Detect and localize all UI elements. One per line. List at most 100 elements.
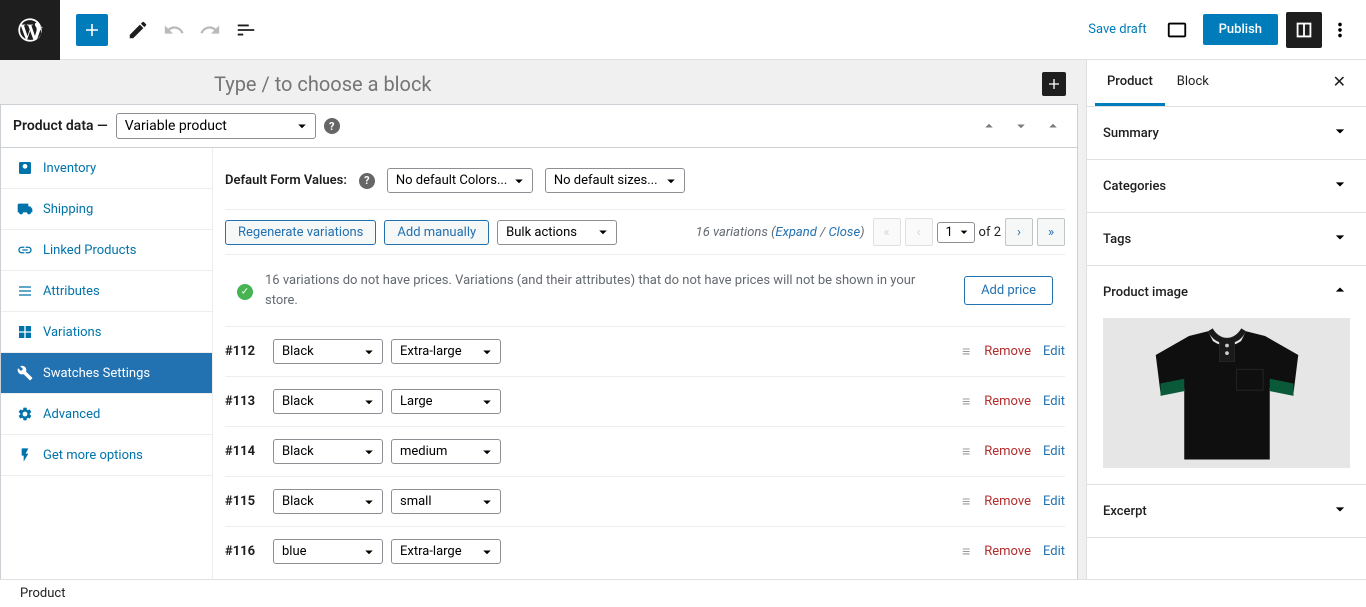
edit-variation-link[interactable]: Edit [1043,494,1065,509]
tab-label: Advanced [43,407,100,422]
help-icon[interactable]: ? [359,173,375,189]
settings-sidebar-button[interactable] [1286,12,1322,48]
variation-id: #112 [225,344,265,359]
variation-size-select[interactable]: medium [391,439,501,464]
panel-summary[interactable]: Summary [1087,107,1366,159]
variation-row: #115 Black small ≡ Remove Edit [225,476,1065,526]
tab-label: Linked Products [43,243,136,258]
page-last-button[interactable]: » [1037,218,1065,246]
drag-handle-icon[interactable]: ≡ [962,443,972,460]
remove-variation-link[interactable]: Remove [984,344,1031,359]
save-draft-button[interactable]: Save draft [1076,16,1158,43]
page-select[interactable]: 1 [937,222,975,243]
variation-color-select[interactable]: Black [273,439,383,464]
product-type-select[interactable]: Variable product [116,113,316,139]
panel-tags[interactable]: Tags [1087,213,1366,265]
tab-label: Attributes [43,284,100,299]
tab-label: Inventory [43,161,96,176]
panel-excerpt[interactable]: Excerpt [1087,485,1366,537]
add-manually-button[interactable]: Add manually [384,220,489,245]
panel-categories[interactable]: Categories [1087,160,1366,212]
expand-link[interactable]: Expand [775,225,816,240]
check-icon [237,284,253,300]
variation-row: #114 Black medium ≡ Remove Edit [225,426,1065,476]
wrench-icon [17,365,33,381]
wordpress-logo[interactable] [0,0,60,60]
drag-handle-icon[interactable]: ≡ [962,543,972,560]
edit-tool-button[interactable] [120,12,156,48]
panel-toggle[interactable] [1041,114,1065,138]
add-price-button[interactable]: Add price [964,276,1053,305]
publish-button[interactable]: Publish [1203,14,1278,45]
product-data-label: Product data — [13,118,108,134]
tab-get-more-options[interactable]: Get more options [1,435,212,476]
sidebar-close-button[interactable]: ✕ [1321,60,1358,106]
variation-color-select[interactable]: Black [273,389,383,414]
bulk-actions-select[interactable]: Bulk actions [497,220,617,245]
panel-move-down[interactable] [1009,114,1033,138]
footer-breadcrumb: Product [0,579,1366,607]
edit-variation-link[interactable]: Edit [1043,544,1065,559]
variations-icon [17,324,33,340]
variation-row: #116 blue Extra-large ≡ Remove Edit [225,526,1065,576]
drag-handle-icon[interactable]: ≡ [962,493,972,510]
regenerate-variations-button[interactable]: Regenerate variations [225,220,376,245]
variation-row: #112 Black Extra-large ≡ Remove Edit [225,326,1065,376]
product-data-panel-header: Product data — Variable product ? [0,104,1078,148]
close-link[interactable]: Close [828,225,860,240]
tab-attributes[interactable]: Attributes [1,271,212,312]
tab-inventory[interactable]: Inventory [1,148,212,189]
remove-variation-link[interactable]: Remove [984,494,1031,509]
block-hint-text[interactable]: Type / to choose a block [214,72,432,96]
sidebar-tab-block[interactable]: Block [1165,60,1221,106]
page-next-button[interactable]: › [1005,218,1033,246]
product-data-content: Default Form Values: ? No default Colors… [213,148,1077,588]
tab-label: Get more options [43,448,143,463]
settings-sidebar: Product Block ✕ Summary Categories Tags [1086,60,1366,607]
more-options-button[interactable] [1322,12,1358,48]
chevron-down-icon [1330,121,1350,145]
product-image-preview[interactable] [1103,318,1350,468]
undo-button [156,12,192,48]
remove-variation-link[interactable]: Remove [984,544,1031,559]
shipping-icon [17,201,33,217]
variation-color-select[interactable]: Black [273,339,383,364]
edit-variation-link[interactable]: Edit [1043,444,1065,459]
default-color-select[interactable]: No default Colors... [387,168,533,193]
edit-variation-link[interactable]: Edit [1043,344,1065,359]
tab-advanced[interactable]: Advanced [1,394,212,435]
block-add-button[interactable] [1042,72,1066,96]
variation-id: #116 [225,544,265,559]
default-size-select[interactable]: No default sizes... [545,168,685,193]
tab-shipping[interactable]: Shipping [1,189,212,230]
variation-size-select[interactable]: Extra-large [391,339,501,364]
tab-variations[interactable]: Variations [1,312,212,353]
tab-label: Variations [43,325,101,340]
remove-variation-link[interactable]: Remove [984,394,1031,409]
preview-button[interactable] [1159,12,1195,48]
variation-id: #115 [225,494,265,509]
tab-swatches-settings[interactable]: Swatches Settings [1,353,212,394]
edit-variation-link[interactable]: Edit [1043,394,1065,409]
tab-linked-products[interactable]: Linked Products [1,230,212,271]
chevron-down-icon [1330,174,1350,198]
editor-area: Type / to choose a block Product data — … [0,60,1086,607]
drag-handle-icon[interactable]: ≡ [962,343,972,360]
add-block-button[interactable] [76,14,108,46]
document-overview-button[interactable] [228,12,264,48]
notice-text: 16 variations do not have prices. Variat… [265,271,940,310]
page-first-button: « [873,218,901,246]
remove-variation-link[interactable]: Remove [984,444,1031,459]
variation-size-select[interactable]: small [391,489,501,514]
variation-size-select[interactable]: Extra-large [391,539,501,564]
panel-product-image[interactable]: Product image [1087,266,1366,318]
help-icon[interactable]: ? [324,118,340,134]
drag-handle-icon[interactable]: ≡ [962,393,972,410]
inventory-icon [17,160,33,176]
variation-color-select[interactable]: Black [273,489,383,514]
variation-size-select[interactable]: Large [391,389,501,414]
panel-move-up[interactable] [977,114,1001,138]
variation-color-select[interactable]: blue [273,539,383,564]
chevron-down-icon [1330,227,1350,251]
sidebar-tab-product[interactable]: Product [1095,60,1165,106]
